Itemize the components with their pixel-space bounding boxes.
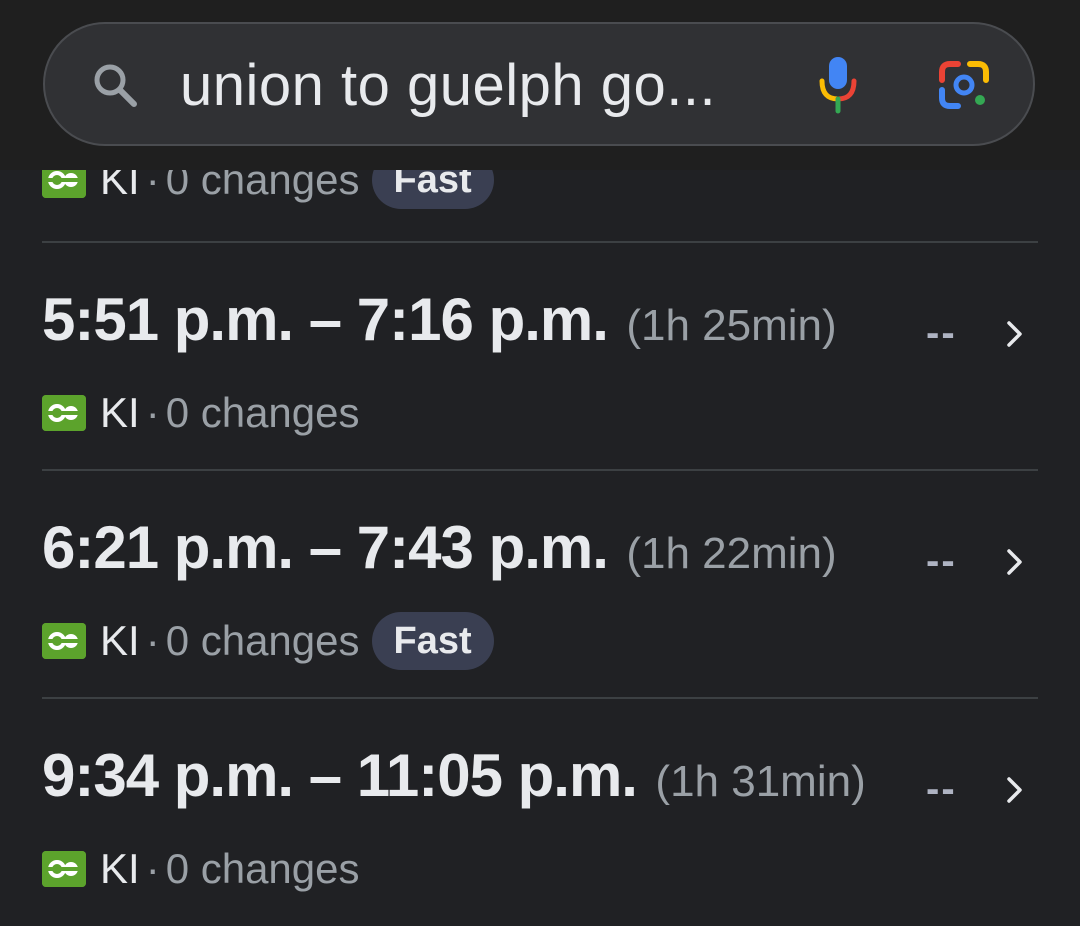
trip-times: 5:51 p.m. – 7:16 p.m. (1h 25min) <box>42 285 837 354</box>
trip-times: 9:34 p.m. – 11:05 p.m. (1h 31min) <box>42 741 866 810</box>
transit-line-name: KI <box>100 389 140 436</box>
result-row[interactable]: 5:51 p.m. – 7:16 p.m. (1h 25min) -- KI ·… <box>0 243 1080 471</box>
trip-duration: (1h 25min) <box>626 301 837 350</box>
result-row[interactable]: 6:21 p.m. – 7:43 p.m. (1h 22min) -- KI ·… <box>0 471 1080 699</box>
route-details: KI · 0 changes <box>42 839 360 899</box>
chevron-right-icon[interactable] <box>1004 547 1026 577</box>
route-details: KI · 0 changes <box>42 383 360 443</box>
trip-times: 6:21 p.m. – 7:43 p.m. (1h 22min) <box>42 513 837 582</box>
separator: · <box>145 617 160 664</box>
result-row[interactable]: 9:34 p.m. – 11:05 p.m. (1h 31min) -- KI … <box>0 699 1080 926</box>
separator: · <box>145 389 160 436</box>
fare: -- <box>926 767 957 811</box>
trip-duration: (1h 31min) <box>655 757 866 806</box>
fare: -- <box>926 311 957 355</box>
changes-count: 0 changes <box>165 845 360 892</box>
go-transit-logo-icon <box>42 395 86 431</box>
go-transit-logo-icon <box>42 623 86 659</box>
chevron-right-icon[interactable] <box>1004 319 1026 349</box>
route-details: KI · 0 changes Fast <box>42 611 494 671</box>
chevron-right-icon[interactable] <box>1004 775 1026 805</box>
trip-duration: (1h 22min) <box>626 529 837 578</box>
search-header: union to guelph go... <box>0 0 1080 170</box>
lens-icon[interactable] <box>938 60 990 110</box>
changes-count: 0 changes <box>165 617 360 664</box>
search-input[interactable]: union to guelph go... <box>180 54 716 118</box>
transit-line-name: KI <box>100 617 140 664</box>
fast-badge: Fast <box>371 612 494 670</box>
departure-arrival-times: 9:34 p.m. – 11:05 p.m. <box>42 742 638 809</box>
transit-results-page: KI · 0 changes Fast 5:51 p.m. – 7:16 p.m… <box>0 0 1080 926</box>
mic-icon[interactable] <box>818 55 858 115</box>
transit-line-name: KI <box>100 845 140 892</box>
departure-arrival-times: 5:51 p.m. – 7:16 p.m. <box>42 286 609 353</box>
go-transit-logo-icon <box>42 851 86 887</box>
changes-count: 0 changes <box>165 389 360 436</box>
separator: · <box>145 845 160 892</box>
fare: -- <box>926 539 957 583</box>
search-icon[interactable] <box>92 62 138 108</box>
departure-arrival-times: 6:21 p.m. – 7:43 p.m. <box>42 514 609 581</box>
